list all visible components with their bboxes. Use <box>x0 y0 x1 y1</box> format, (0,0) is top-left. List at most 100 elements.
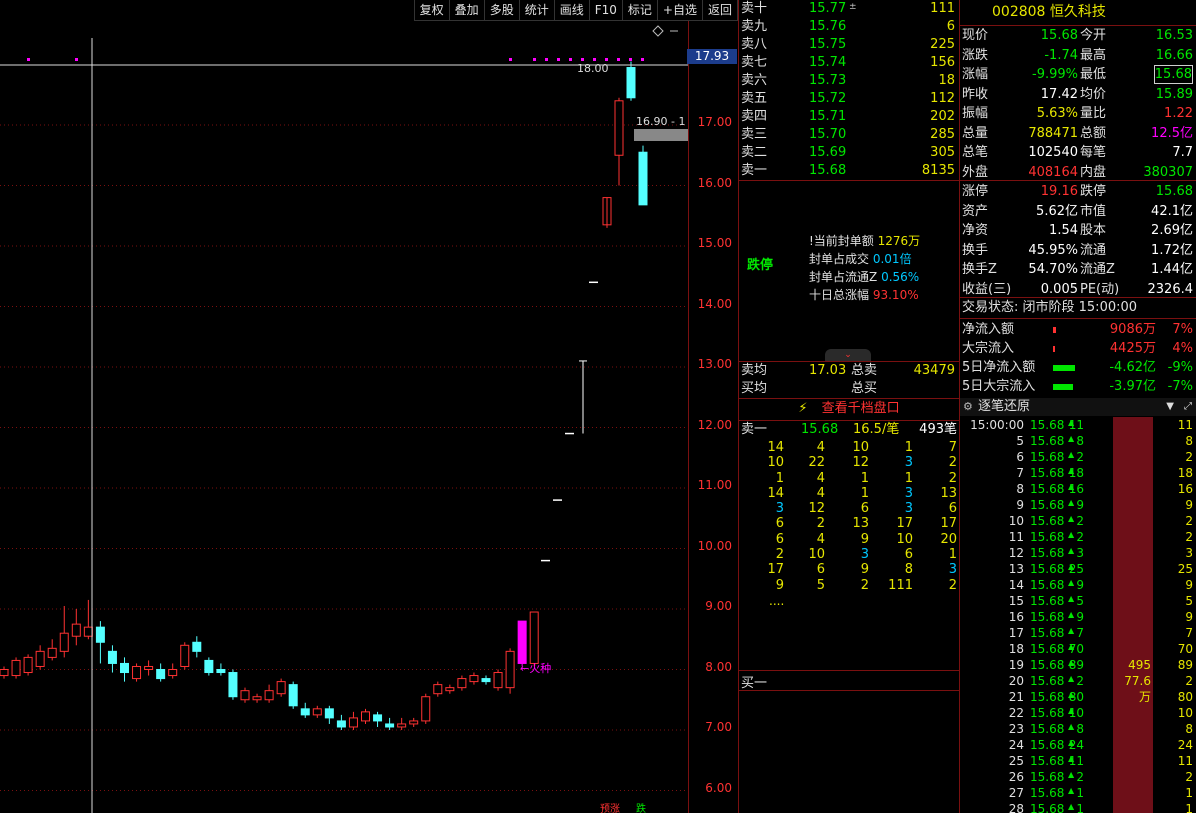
tick-row[interactable]: 12 15.68 ▲ 3 3 <box>960 545 1196 561</box>
tick-order-size: 9 <box>1185 610 1193 624</box>
kline-chart-panel[interactable]: 18.00 16.90 - 1 ←火种 预涨 跌 复权 叠加 多股 统计 画线 F10 标记 +自选返… <box>0 0 738 813</box>
info-value: 1.54 <box>1049 223 1078 238</box>
tick-row[interactable]: 22 15.68 ▲ 10 10 <box>960 705 1196 721</box>
ask-level-row[interactable]: 卖八 15.75 225 <box>739 36 959 54</box>
queue-order-size: 12 <box>808 501 825 517</box>
info-label: 总量 <box>962 125 989 141</box>
tick-row[interactable]: 9 15.68 ▲ 9 9 <box>960 497 1196 513</box>
tick-row[interactable]: 17 15.68 ▲ 7 7 <box>960 625 1196 641</box>
ask-level-row[interactable]: 卖二 15.69 305 <box>739 144 959 162</box>
candle-body <box>626 67 636 99</box>
tick-row[interactable]: 11 15.68 ▲ 2 2 <box>960 529 1196 545</box>
tick-time: 20 <box>1008 674 1024 688</box>
stock-title[interactable]: 002808 恒久科技 <box>960 0 1196 24</box>
toolbar-button[interactable]: F10 <box>589 0 623 21</box>
tick-list[interactable]: 15:00:00 15.68 ▲ 11 11 5 15.68 ▲ 8 8 6 15.68 ▲ 2 2 7 15.… <box>960 417 1196 813</box>
tick-row[interactable]: 13 15.68 ▲ 25 25 <box>960 561 1196 577</box>
tick-row[interactable]: 15 15.68 ▲ 5 5 <box>960 593 1196 609</box>
info-label: 每笔 <box>1080 145 1107 160</box>
tick-volume: 8 <box>1076 722 1084 736</box>
tick-row[interactable]: 15:00:00 15.68 ▲ 11 11 <box>960 417 1196 433</box>
info-value: 1.44亿 <box>1151 262 1193 277</box>
ask-level-row[interactable]: 卖七 15.74 156 <box>739 54 959 72</box>
info-label: 股本 <box>1080 223 1107 238</box>
candle-body <box>324 708 334 719</box>
toolbar-button[interactable]: +自选 <box>657 0 703 21</box>
ask-volume: 225 <box>930 37 955 52</box>
tick-order-size: 89 <box>1177 658 1193 672</box>
candle-body <box>83 626 93 637</box>
candle-body <box>0 669 9 677</box>
queue-order-size: 14 <box>767 440 784 455</box>
toolbar-button[interactable]: 多股 <box>484 0 520 21</box>
tick-row[interactable]: 28 15.68 ▲ 1 1 <box>960 801 1196 813</box>
stock-code: 002808 <box>992 4 1046 20</box>
flow-percent: -7% <box>1167 379 1193 394</box>
queue-order-size: 12 <box>852 455 869 471</box>
tick-row[interactable]: 5 15.68 ▲ 8 8 <box>960 433 1196 449</box>
tick-row[interactable]: 26 15.68 ▲ 2 2 <box>960 769 1196 785</box>
toolbar-button[interactable]: 画线 <box>554 0 590 21</box>
queue-order-size: 6 <box>775 531 784 547</box>
ask-price: 15.73 <box>809 73 847 88</box>
tick-row[interactable]: 19 15.68 ▲ 89 495 89 <box>960 657 1196 673</box>
tick-time: 19 <box>1008 658 1024 672</box>
tick-row[interactable]: 16 15.68 ▲ 9 9 <box>960 609 1196 625</box>
tick-direction-icon: ▲ <box>1068 802 1075 811</box>
info-value: 45.95% <box>1028 242 1078 258</box>
queue-more-indicator[interactable]: .... <box>769 594 784 608</box>
tick-detail-header[interactable]: ⚙ 逐笔还原 ▼ ⤢ <box>960 398 1196 416</box>
ask-level-row[interactable]: 卖三 15.70 285 <box>739 126 959 144</box>
queue-row: 3 12 6 3 6 <box>739 501 959 516</box>
candle-body <box>614 100 624 156</box>
queue-order-size: 22 <box>808 455 825 471</box>
kline-canvas[interactable]: 18.00 16.90 - 1 ←火种预涨 跌 <box>0 0 688 813</box>
toolbar-button[interactable]: 返回 <box>702 0 738 21</box>
tick-row[interactable]: 7 15.68 ▲ 18 18 <box>960 465 1196 481</box>
ask-level-row[interactable]: 卖九 15.76 6 <box>739 18 959 36</box>
info-label: 换手 <box>962 242 989 258</box>
ask-price: 15.76 <box>809 19 847 34</box>
tick-row[interactable]: 18 15.68 ▲ 70 70 <box>960 641 1196 657</box>
expand-icon[interactable]: ⤢ <box>1184 398 1192 416</box>
signal-marker <box>641 58 644 61</box>
ask-price: 15.68 <box>809 163 847 178</box>
filter-icon[interactable]: ▼ <box>1166 398 1174 416</box>
queue-order-size: 9 <box>775 577 784 593</box>
ask-level-row[interactable]: 卖五 15.72 112 <box>739 90 959 108</box>
ask-level-row[interactable]: 卖六 15.73 18 <box>739 72 959 90</box>
toolbar-button[interactable]: 叠加 <box>449 0 485 21</box>
queue-row: 9 5 2 111 2 <box>739 578 959 593</box>
tick-row[interactable]: 27 15.68 ▲ 1 1 <box>960 785 1196 801</box>
tick-row[interactable]: 20 15.68 ▲ 2 77.6万 2 <box>960 673 1196 704</box>
toolbar-button[interactable]: 复权 <box>414 0 450 21</box>
tick-price: 15.68 <box>1030 754 1065 768</box>
tick-volume: 5 <box>1076 594 1084 608</box>
tick-row[interactable]: 14 15.68 ▲ 9 9 <box>960 577 1196 593</box>
tick-row[interactable]: 23 15.68 ▲ 8 8 <box>960 721 1196 737</box>
capital-flow-row: 净流入额 9086万 7% <box>960 320 1196 339</box>
gear-icon[interactable]: ⚙ <box>963 398 973 416</box>
info-label: 涨停 <box>962 184 989 199</box>
tick-row[interactable]: 10 15.68 ▲ 2 2 <box>960 513 1196 529</box>
tick-row[interactable]: 8 15.68 ▲ 16 16 <box>960 481 1196 497</box>
toolbar-button[interactable]: 统计 <box>519 0 555 21</box>
queue-row: 14 4 10 1 7 <box>739 440 959 455</box>
signal-marker <box>593 58 596 61</box>
tick-time: 28 <box>1008 802 1024 813</box>
ask-flag: ± <box>849 2 857 12</box>
tick-row[interactable]: 21 15.68 ▲ 80 80 <box>960 689 1196 705</box>
ask-level-row[interactable]: 卖一 15.68 8135 <box>739 162 959 180</box>
buy-avg-label: 买均 <box>741 381 768 396</box>
tick-volume: 8 <box>1076 434 1084 448</box>
tick-row[interactable]: 6 15.68 ▲ 2 2 <box>960 449 1196 465</box>
tick-row[interactable]: 25 15.68 ▲ 11 11 <box>960 753 1196 769</box>
queue-level-label: 卖一 <box>741 422 768 437</box>
view-depth-button[interactable]: ⚡ 查看千档盘口 <box>739 398 959 420</box>
toolbar-button[interactable]: 标记 <box>622 0 658 21</box>
tick-row[interactable]: 24 15.68 ▲ 24 24 <box>960 737 1196 753</box>
info-value: 15.68 <box>1040 28 1078 43</box>
ask-level-row[interactable]: 卖四 15.71 202 <box>739 108 959 126</box>
collapse-chevron-icon[interactable]: ⌄ <box>825 349 871 361</box>
ask-level-row[interactable]: 卖十 15.77 ±111 <box>739 0 959 18</box>
